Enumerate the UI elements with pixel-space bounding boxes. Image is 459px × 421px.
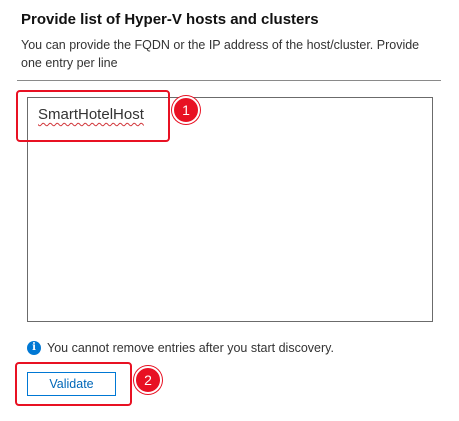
callout-badge-2: 2 — [134, 366, 162, 394]
info-icon: i — [27, 341, 41, 355]
divider — [17, 80, 441, 81]
callout-highlight-validate — [15, 362, 132, 406]
page-title: Provide list of Hyper-V hosts and cluste… — [21, 11, 319, 28]
info-text: You cannot remove entries after you star… — [47, 341, 334, 355]
hyperv-hosts-panel: Provide list of Hyper-V hosts and cluste… — [0, 0, 459, 421]
callout-badge-1: 1 — [172, 96, 200, 124]
page-description: You can provide the FQDN or the IP addre… — [21, 38, 420, 70]
callout-highlight-entry — [16, 90, 170, 142]
info-message: i You cannot remove entries after you st… — [27, 341, 334, 355]
